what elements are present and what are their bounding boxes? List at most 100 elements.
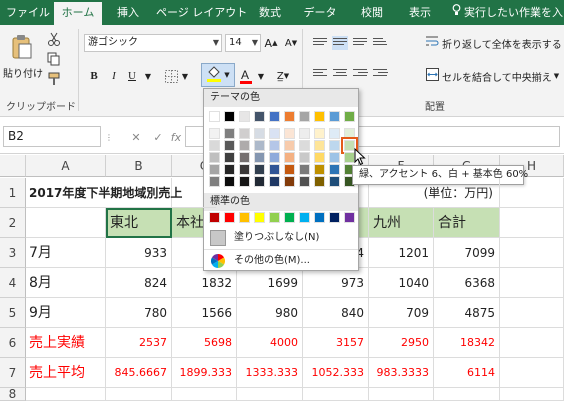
align-right-icon[interactable] (352, 67, 368, 81)
cell-e6[interactable]: 3157 (303, 328, 369, 358)
align-top-icon[interactable] (312, 36, 328, 50)
cell-f6[interactable]: 2950 (369, 328, 434, 358)
phonetic-guide-icon[interactable]: Z̲ ▼ (272, 67, 294, 85)
theme-color-swatch[interactable] (284, 140, 295, 151)
tab-file[interactable]: ファイル (4, 0, 52, 25)
align-center-icon[interactable] (332, 67, 348, 81)
theme-color-swatch[interactable] (329, 128, 340, 139)
standard-color-swatch[interactable] (254, 212, 265, 223)
tab-data[interactable]: データ (298, 0, 342, 25)
row-header-8[interactable]: 8 (0, 388, 26, 401)
theme-color-swatch[interactable] (239, 140, 250, 151)
cell-e7[interactable]: 1052.333 (303, 358, 369, 388)
name-box[interactable]: B2 (3, 126, 101, 147)
row-header-5[interactable]: 5 (0, 298, 26, 328)
theme-color-swatch[interactable] (224, 164, 235, 175)
theme-color-swatch[interactable] (314, 164, 325, 175)
theme-color-swatch[interactable] (269, 111, 280, 122)
cell-b6[interactable]: 2537 (106, 328, 172, 358)
cell-b3[interactable]: 933 (106, 238, 172, 268)
cell-g2[interactable]: 合計 (434, 208, 500, 238)
standard-color-swatch[interactable] (299, 212, 310, 223)
cell-a3[interactable]: 7月 (26, 238, 106, 268)
theme-color-swatch[interactable] (344, 128, 355, 139)
standard-color-swatch[interactable] (344, 212, 355, 223)
align-middle-icon[interactable] (332, 36, 348, 50)
theme-color-swatch[interactable] (239, 152, 250, 163)
tab-view[interactable]: 表示 (400, 0, 440, 25)
row-header-1[interactable]: 1 (0, 178, 26, 208)
cell-g8[interactable] (434, 388, 500, 401)
cell-c6[interactable]: 5698 (172, 328, 237, 358)
grow-font-icon[interactable]: A ▲ (263, 34, 279, 52)
row-header-4[interactable]: 4 (0, 268, 26, 298)
standard-color-swatch[interactable] (224, 212, 235, 223)
cell-h5[interactable] (500, 298, 564, 328)
theme-color-swatch[interactable] (254, 176, 265, 187)
cell-g7[interactable]: 6114 (434, 358, 500, 388)
cell-h8[interactable] (500, 388, 564, 401)
theme-color-swatch[interactable] (254, 164, 265, 175)
theme-color-swatch[interactable] (284, 164, 295, 175)
indent-icon[interactable] (372, 67, 388, 81)
font-size-dropdown[interactable]: 14 ▼ (225, 34, 261, 52)
cell-c8[interactable] (172, 388, 237, 401)
theme-color-swatch[interactable] (314, 111, 325, 122)
theme-color-swatch[interactable] (329, 111, 340, 122)
theme-color-swatch[interactable] (239, 176, 250, 187)
theme-color-swatch[interactable] (209, 164, 220, 175)
standard-color-swatch[interactable] (269, 212, 280, 223)
cell-f3[interactable]: 1201 (369, 238, 434, 268)
theme-color-swatch[interactable] (299, 176, 310, 187)
theme-color-swatch[interactable] (284, 152, 295, 163)
tab-formulas[interactable]: 数式 (252, 0, 288, 25)
cell-d6[interactable]: 4000 (237, 328, 303, 358)
theme-color-swatch[interactable] (239, 164, 250, 175)
bold-icon[interactable]: B (86, 67, 102, 85)
chevron-down-icon[interactable]: ▼ (256, 67, 266, 85)
cell-c5[interactable]: 1566 (172, 298, 237, 328)
cell-g4[interactable]: 6368 (434, 268, 500, 298)
column-header-b[interactable]: B (106, 155, 172, 177)
cell-b7[interactable]: 845.6667 (106, 358, 172, 388)
cell-f5[interactable]: 709 (369, 298, 434, 328)
theme-color-swatch[interactable] (224, 128, 235, 139)
theme-color-swatch[interactable] (224, 152, 235, 163)
standard-color-swatch[interactable] (329, 212, 340, 223)
theme-color-swatch[interactable] (329, 152, 340, 163)
cell-d8[interactable] (237, 388, 303, 401)
cell-f8[interactable] (369, 388, 434, 401)
wrap-text-button[interactable]: 折り返して全体を表示する (426, 34, 564, 52)
theme-color-swatch[interactable] (224, 140, 235, 151)
merge-center-button[interactable]: セルを結合して中央揃え ▼ (426, 67, 564, 85)
row-header-3[interactable]: 3 (0, 238, 26, 268)
tab-review[interactable]: 校閲 (352, 0, 392, 25)
more-colors-option[interactable]: その他の色(M)... (204, 249, 358, 271)
theme-color-swatch[interactable] (314, 152, 325, 163)
theme-color-swatch[interactable] (299, 152, 310, 163)
row-header-6[interactable]: 6 (0, 328, 26, 358)
cell-h6[interactable] (500, 328, 564, 358)
theme-color-swatch[interactable] (269, 128, 280, 139)
tab-page-layout[interactable]: ページ レイアウト (156, 0, 247, 25)
theme-color-swatch[interactable] (254, 111, 265, 122)
cell-f4[interactable]: 1040 (369, 268, 434, 298)
theme-color-swatch[interactable] (224, 176, 235, 187)
theme-color-swatch[interactable] (269, 176, 280, 187)
cell-h3[interactable] (500, 238, 564, 268)
theme-color-swatch[interactable] (284, 111, 295, 122)
theme-color-swatch[interactable] (239, 128, 250, 139)
theme-color-swatch[interactable] (239, 111, 250, 122)
align-left-icon[interactable] (312, 67, 328, 81)
theme-color-swatch[interactable] (284, 128, 295, 139)
cell-b4[interactable]: 824 (106, 268, 172, 298)
shrink-font-icon[interactable]: A ▼ (283, 34, 299, 52)
column-header-a[interactable]: A (26, 155, 106, 177)
cell-a2[interactable] (26, 208, 106, 238)
cell-b2[interactable]: 東北 (106, 208, 172, 238)
theme-color-swatch[interactable] (209, 128, 220, 139)
row-header-7[interactable]: 7 (0, 358, 26, 388)
cell-f2[interactable]: 九州 (369, 208, 434, 238)
theme-color-swatch[interactable] (314, 128, 325, 139)
insert-function-icon[interactable]: fx (168, 128, 184, 146)
